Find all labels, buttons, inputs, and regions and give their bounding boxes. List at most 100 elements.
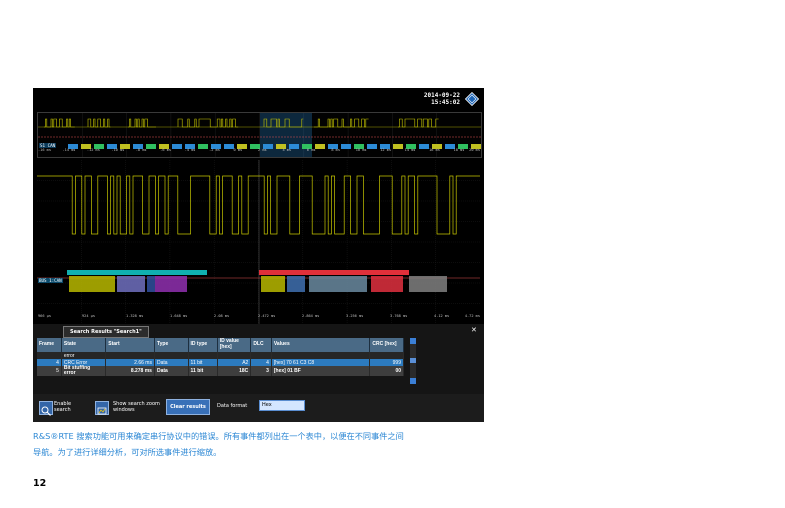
time-tick-label: -12 ms [86, 148, 100, 152]
zoom-trace-burst [314, 118, 369, 128]
zoom-window-icon[interactable] [95, 401, 109, 415]
cell-dlc: 4 [250, 359, 272, 366]
cell-id-type: 11 bit [188, 359, 218, 366]
datetime-display: 2014-09-22 15:45:02 [424, 92, 460, 106]
cell-start: 2.66 ms [105, 359, 155, 366]
time-tick-label: 966 µs [38, 314, 51, 318]
main-waveform [37, 160, 482, 324]
search-results-panel: Search Results "Search1" ✕ Frame State S… [33, 324, 484, 422]
close-icon[interactable]: ✕ [471, 326, 477, 334]
search-toolbar: Enable search Show search zoom windows C… [33, 394, 484, 422]
cell-frame: 5 [37, 366, 62, 376]
cell-dlc: 3 [250, 366, 272, 376]
time-tick-label: -8 ms [135, 148, 147, 152]
caption-line-1: R&S®RTE 搜索功能可用来确定串行协议中的错误。所有事件都列出在一个表中，以… [33, 431, 404, 441]
oscilloscope-screen: 2014-09-22 15:45:02 S1 CAN -16 ms -14 ms -… [33, 88, 484, 422]
cell-id-value: A2 [217, 359, 252, 366]
time-tick-label: 20 ms [469, 148, 480, 152]
cell-values: [hex] 70 61 C3 C8 [271, 359, 371, 366]
zoom-trace-burst [398, 118, 439, 128]
time-text: 15:45:02 [431, 99, 460, 106]
time-tick-label: 3.256 ms [346, 314, 364, 318]
search-results-tab[interactable]: Search Results "Search1" [63, 326, 149, 338]
decode-field [261, 276, 285, 292]
zoom-decode-block [367, 144, 377, 149]
time-tick-label: -4 ms [184, 148, 196, 152]
cell-start: 8.278 ms [105, 366, 155, 376]
frame-error-header [259, 270, 409, 275]
time-tick-label: 18 ms [453, 148, 465, 152]
time-tick-label: -2 ms [209, 148, 220, 152]
cell-state: Bit stuffing error [61, 366, 107, 376]
time-tick-label: -10 ms [111, 148, 125, 152]
rs-logo-icon [465, 92, 479, 106]
zoom-decode-block [146, 144, 156, 149]
table-row[interactable]: 4 CRC Error 2.66 ms Data 11 bit A2 4 [he… [37, 359, 404, 366]
time-tick-label: -16 ms [38, 148, 51, 152]
main-bus-label: BUS 1:CAN [38, 278, 63, 283]
time-tick-label: 4.12 ms [434, 314, 450, 318]
time-tick-label: 10 ms [355, 148, 367, 152]
time-tick-label: 2.864 ms [302, 314, 320, 318]
time-tick-label: -14 ms [62, 148, 76, 152]
zoom-decode-block [393, 144, 403, 149]
time-tick-label: 8 ms [331, 148, 340, 152]
cell-type: Data [154, 359, 189, 366]
cell-id-type: 11 bit [188, 366, 218, 376]
zoom-decode-block [172, 144, 182, 149]
show-zoom-label[interactable]: Show search zoom windows [113, 401, 161, 416]
date-text: 2014-09-22 [423, 92, 460, 99]
zoom-decode-block [419, 144, 429, 149]
main-waveform-window[interactable]: BUS 1:CAN [37, 160, 482, 324]
decode-field [69, 276, 115, 292]
zoom-trace-burst [87, 118, 111, 128]
table-row-partial[interactable]: error [37, 352, 404, 359]
time-tick-label: 924 µs [82, 314, 95, 318]
clear-results-button[interactable]: Clear results [166, 399, 210, 415]
cell-values: [hex] 01 BF [271, 366, 371, 376]
decode-field [409, 276, 447, 292]
col-start[interactable]: Start [105, 338, 155, 352]
table-row[interactable]: 5 Bit stuffing error 8.278 ms Data 11 bi… [37, 366, 404, 376]
time-tick-label: 16 ms [429, 148, 440, 152]
time-tick-label: -6 ms [160, 148, 172, 152]
col-id-type[interactable]: ID type [188, 338, 218, 352]
cell-frame: 4 [37, 359, 62, 366]
time-tick-label: 1.328 ms [126, 314, 144, 318]
cell-crc: 00 [369, 366, 404, 376]
time-tick-label: 0 ms [233, 148, 243, 152]
results-scrollbar[interactable] [410, 338, 416, 384]
time-tick-label: 3.768 ms [390, 314, 408, 318]
col-id-value[interactable]: ID value [hex] [217, 338, 252, 352]
cell-id-value: 18C [217, 366, 252, 376]
data-format-select[interactable]: Hex [259, 400, 305, 411]
enable-search-label[interactable]: Enable search [54, 401, 82, 416]
zoom-decode-block [315, 144, 325, 149]
col-frame[interactable]: Frame [37, 338, 62, 352]
decode-field [117, 276, 145, 292]
enable-search-icon[interactable] [39, 401, 53, 416]
scroll-thumb[interactable] [410, 358, 416, 363]
col-crc[interactable]: CRC [hex] [369, 338, 404, 352]
time-tick-label: 4 ms [282, 148, 292, 152]
cell-type: Data [154, 366, 189, 376]
col-values[interactable]: Values [271, 338, 371, 352]
caption: R&S®RTE 搜索功能可用来确定串行协议中的错误。所有事件都列出在一个表中，以… [33, 429, 483, 460]
scroll-up-icon[interactable] [410, 338, 416, 344]
zoom-trace-burst [177, 118, 239, 128]
decode-field [155, 276, 187, 292]
decode-field [147, 276, 155, 292]
time-tick-label: 2 ms [258, 148, 267, 152]
decode-field [371, 276, 403, 292]
time-tick-label: 1.648 ms [170, 314, 188, 318]
time-tick-label: 2.472 ms [258, 314, 276, 318]
decode-field [309, 276, 367, 292]
decode-field [287, 276, 305, 292]
col-state[interactable]: State [61, 338, 107, 352]
col-dlc[interactable]: DLC [250, 338, 272, 352]
search-results-table: Frame State Start Type ID type ID value … [37, 338, 404, 376]
time-tick-label: 6 ms [306, 148, 316, 152]
partial-state: error [61, 352, 107, 359]
col-type[interactable]: Type [154, 338, 189, 352]
scroll-down-icon[interactable] [410, 378, 416, 384]
